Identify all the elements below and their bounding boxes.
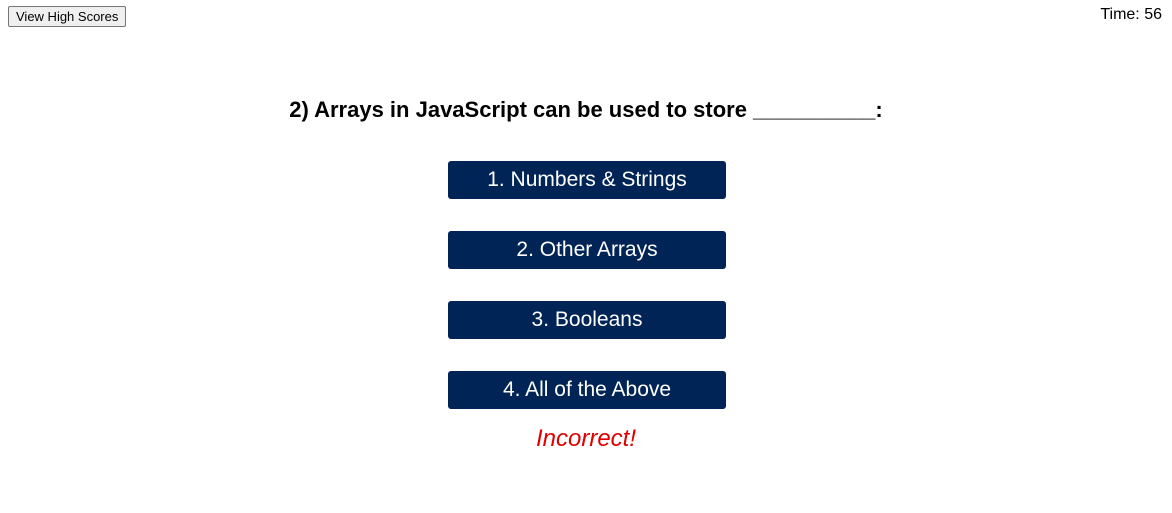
question-text: 2) Arrays in JavaScript can be used to s… [289,97,883,122]
answer-button-2[interactable]: 2. Other Arrays [448,231,726,269]
answer-button-1[interactable]: 1. Numbers & Strings [448,161,726,199]
answer-button-4[interactable]: 4. All of the Above [448,371,726,409]
answer-button-3[interactable]: 3. Booleans [448,301,726,339]
quiz-page: View High Scores Time: 56 2) Arrays in J… [0,0,1172,513]
view-high-scores-button[interactable]: View High Scores [8,6,127,27]
timer-display: Time: 56 [1100,6,1162,23]
answer-feedback: Incorrect! [535,425,637,452]
